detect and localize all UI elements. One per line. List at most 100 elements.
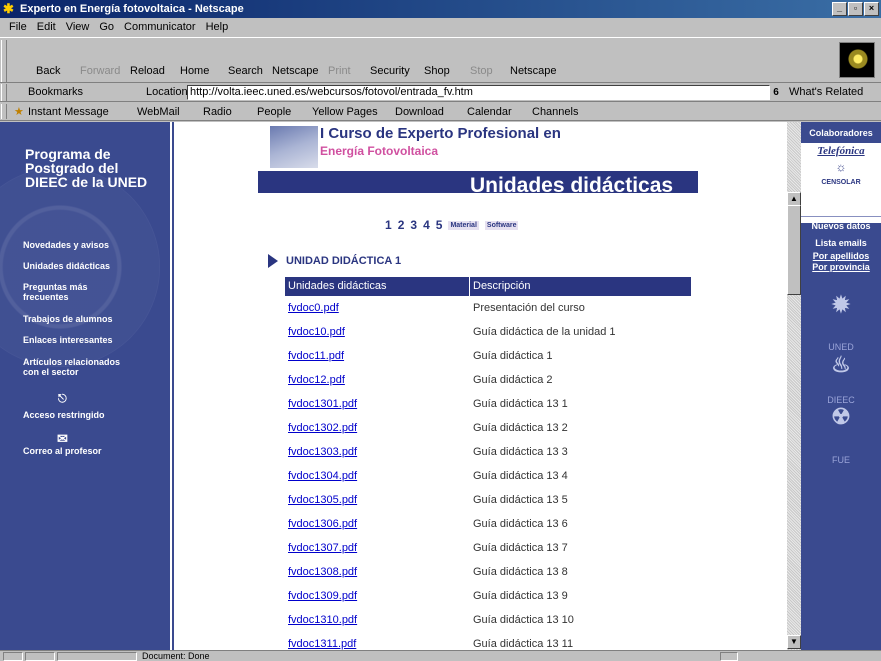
table-row: fvdoc1310.pdf Guía didáctica 13 10 — [285, 608, 691, 632]
pdf-file-link[interactable]: fvdoc1304.pdf — [285, 464, 470, 488]
telefonica-logo[interactable]: Telefónica — [801, 146, 881, 157]
menu-edit[interactable]: Edit — [32, 18, 61, 36]
uned-emblem-icon[interactable]: ✹ — [801, 294, 881, 316]
nav-enlaces[interactable]: Enlaces interesantes — [23, 335, 113, 345]
page-link-3[interactable]: 3 — [410, 218, 417, 232]
key-icon[interactable]: ⎋ — [58, 394, 67, 405]
nav-trabajos[interactable]: Trabajos de alumnos — [23, 314, 113, 324]
right-nav-frame: Colaboradores Telefónica ☼ CENSOLAR Nuev… — [801, 122, 881, 650]
nav-acceso[interactable]: Acceso restringido — [23, 410, 105, 420]
location-label: Location: — [146, 86, 191, 98]
personal-grip[interactable] — [1, 104, 7, 119]
pdf-file-link[interactable]: fvdoc0.pdf — [285, 296, 470, 320]
netscape-logo-icon: ✱ — [3, 1, 14, 16]
pdf-file-link[interactable]: fvdoc1306.pdf — [285, 512, 470, 536]
instant-message-link[interactable]: Instant Message — [28, 104, 109, 120]
minimize-button[interactable]: _ — [832, 2, 847, 16]
content-scrollbar[interactable]: ▲ ▼ — [787, 122, 801, 650]
menu-help[interactable]: Help — [201, 18, 234, 36]
security-button[interactable]: Security — [370, 65, 410, 77]
page-link-5[interactable]: 5 — [436, 218, 443, 232]
pdf-file-link[interactable]: fvdoc1305.pdf — [285, 488, 470, 512]
nav-articulos[interactable]: Artículos relacionados con el sector — [23, 357, 133, 377]
file-description: Guía didáctica 13 10 — [473, 614, 574, 626]
scroll-thumb[interactable] — [787, 205, 801, 295]
course-title-line2: Energía Fotovoltaica — [320, 144, 439, 158]
pdf-file-link[interactable]: fvdoc1302.pdf — [285, 416, 470, 440]
channels-link[interactable]: Channels — [532, 104, 578, 120]
radio-link[interactable]: Radio — [203, 104, 232, 120]
stop-button[interactable]: Stop — [470, 65, 493, 77]
page-link-2[interactable]: 2 — [398, 218, 405, 232]
download-link[interactable]: Download — [395, 104, 444, 120]
header-solar-image — [270, 126, 318, 168]
pdf-file-link[interactable]: fvdoc11.pdf — [285, 344, 470, 368]
whats-related-button[interactable]: What's Related — [789, 86, 863, 98]
back-button[interactable]: Back — [36, 65, 60, 77]
documents-table: Unidades didácticas Descripción fvdoc0.p… — [285, 277, 691, 650]
people-link[interactable]: People — [257, 104, 291, 120]
shop-button[interactable]: Shop — [424, 65, 450, 77]
pdf-file-link[interactable]: fvdoc10.pdf — [285, 320, 470, 344]
nav-unidades[interactable]: Unidades didácticas — [23, 261, 110, 271]
por-apellidos-link[interactable]: Por apellidos — [801, 251, 881, 261]
table-row: fvdoc1304.pdf Guía didáctica 13 4 — [285, 464, 691, 488]
table-row: fvdoc0.pdf Presentación del curso — [285, 296, 691, 320]
pdf-file-link[interactable]: fvdoc1308.pdf — [285, 560, 470, 584]
menu-communicator[interactable]: Communicator — [119, 18, 201, 36]
nav-correo[interactable]: Correo al profesor — [23, 446, 102, 456]
column-header-files: Unidades didácticas — [285, 277, 470, 296]
unit-heading: UNIDAD DIDÁCTICA 1 — [268, 254, 401, 268]
nav-preguntas[interactable]: Preguntas más frecuentes — [23, 282, 133, 302]
yellow-pages-link[interactable]: Yellow Pages — [312, 104, 378, 120]
page-link-4[interactable]: 4 — [423, 218, 430, 232]
unit-pager: 1 2 3 4 5 Material Software — [385, 218, 519, 232]
netscape-button-2[interactable]: Netscape — [510, 65, 556, 77]
nav-novedades[interactable]: Novedades y avisos — [23, 240, 109, 250]
scroll-down-arrow-icon[interactable]: ▼ — [787, 635, 801, 649]
pdf-file-link[interactable]: fvdoc1311.pdf — [285, 632, 470, 650]
table-row: fvdoc1309.pdf Guía didáctica 13 9 — [285, 584, 691, 608]
censolar-logo[interactable]: CENSOLAR — [801, 178, 881, 188]
menu-go[interactable]: Go — [94, 18, 119, 36]
url-input[interactable]: http://volta.ieec.uned.es/webcursos/foto… — [187, 85, 770, 100]
software-link[interactable]: Software — [484, 220, 519, 230]
pdf-file-link[interactable]: fvdoc1303.pdf — [285, 440, 470, 464]
censolar-sun-icon: ☼ — [835, 160, 847, 174]
search-button[interactable]: Search — [228, 65, 263, 77]
maximize-button[interactable]: ▫ — [848, 2, 863, 16]
pdf-file-link[interactable]: fvdoc12.pdf — [285, 368, 470, 392]
history-dropdown-icon[interactable]: 6 — [770, 85, 782, 100]
page-link-1[interactable]: 1 — [385, 218, 392, 232]
print-button[interactable]: Print — [328, 65, 351, 77]
dieec-emblem-icon[interactable]: ♨ — [801, 354, 881, 376]
netscape-throbber-icon[interactable] — [839, 42, 875, 78]
toolbar-grip[interactable] — [1, 40, 7, 82]
pdf-file-link[interactable]: fvdoc1310.pdf — [285, 608, 470, 632]
calendar-link[interactable]: Calendar — [467, 104, 512, 120]
file-description: Presentación del curso — [473, 302, 585, 314]
pdf-file-link[interactable]: fvdoc1309.pdf — [285, 584, 470, 608]
por-provincia-link[interactable]: Por provincia — [801, 262, 881, 272]
scroll-up-arrow-icon[interactable]: ▲ — [787, 192, 801, 206]
pdf-file-link[interactable]: fvdoc1307.pdf — [285, 536, 470, 560]
bookmarks-button[interactable]: Bookmarks — [28, 86, 83, 98]
material-link[interactable]: Material — [448, 220, 479, 230]
left-nav-frame: Programa de Postgrado del DIEEC de la UN… — [0, 122, 175, 650]
netscape-button[interactable]: Netscape — [272, 65, 318, 77]
table-row: fvdoc10.pdf Guía didáctica de la unidad 1 — [285, 320, 691, 344]
mail-icon[interactable]: ✉ — [57, 432, 68, 445]
pdf-file-link[interactable]: fvdoc1301.pdf — [285, 392, 470, 416]
menu-view[interactable]: View — [61, 18, 95, 36]
fue-emblem-icon[interactable]: ☢ — [801, 406, 881, 428]
close-button[interactable]: × — [864, 2, 879, 16]
home-button[interactable]: Home — [180, 65, 209, 77]
reload-button[interactable]: Reload — [130, 65, 165, 77]
window-controls: _ ▫ × — [832, 2, 879, 16]
forward-button[interactable]: Forward — [80, 65, 120, 77]
file-description: Guía didáctica 13 11 — [473, 638, 574, 650]
menu-file[interactable]: File — [4, 18, 32, 36]
location-grip[interactable] — [1, 84, 7, 101]
file-description: Guía didáctica de la unidad 1 — [473, 326, 616, 338]
webmail-link[interactable]: WebMail — [137, 104, 180, 120]
